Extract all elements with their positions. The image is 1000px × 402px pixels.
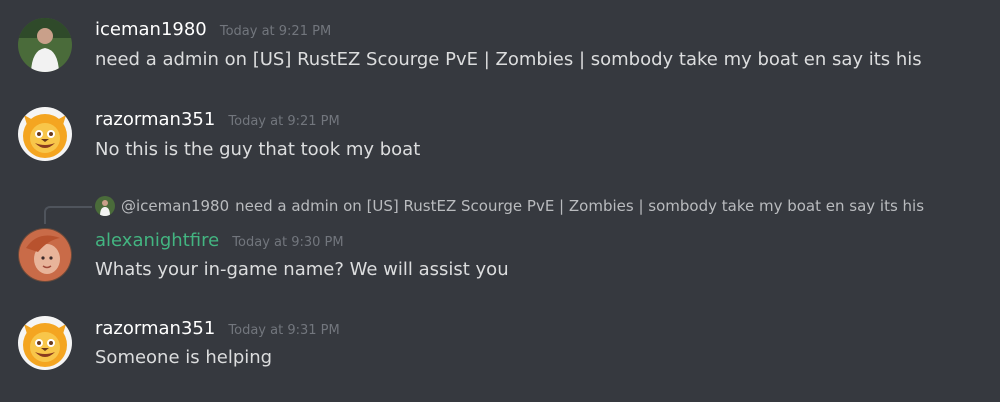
person-avatar-icon — [18, 18, 72, 72]
user-avatar[interactable] — [18, 107, 72, 161]
timestamp: Today at 9:21 PM — [219, 24, 332, 39]
username[interactable]: alexanightfire — [95, 230, 219, 251]
message-text: Whats your in-game name? We will assist … — [95, 259, 509, 280]
reply-spine — [44, 206, 92, 224]
username[interactable]: iceman1980 — [95, 19, 207, 40]
user-avatar[interactable] — [18, 316, 72, 370]
message-text: Someone is helping — [95, 347, 273, 368]
reply-avatar — [95, 196, 115, 216]
username[interactable]: razorman351 — [95, 109, 215, 130]
message-text: need a admin on [US] RustEZ Scourge PvE … — [95, 49, 922, 70]
username[interactable]: razorman351 — [95, 318, 215, 339]
timestamp: Today at 9:21 PM — [228, 114, 340, 129]
user-avatar[interactable] — [18, 18, 72, 72]
reply-preview[interactable]: @iceman1980 need a admin on [US] RustEZ … — [95, 196, 924, 216]
message-text: No this is the guy that took my boat — [95, 139, 421, 160]
chat-log: iceman1980 Today at 9:21 PM need a admin… — [0, 0, 1000, 402]
timestamp: Today at 9:30 PM — [232, 235, 344, 250]
reply-text: need a admin on [US] RustEZ Scourge PvE … — [235, 197, 925, 215]
person-avatar-icon — [95, 196, 115, 216]
timestamp: Today at 9:31 PM — [228, 323, 340, 338]
user-avatar[interactable] — [18, 228, 72, 282]
cartoon-lion-avatar-icon — [18, 316, 72, 370]
person-avatar-icon — [18, 228, 72, 282]
cartoon-lion-avatar-icon — [18, 107, 72, 161]
reply-author[interactable]: @iceman1980 — [121, 197, 229, 215]
